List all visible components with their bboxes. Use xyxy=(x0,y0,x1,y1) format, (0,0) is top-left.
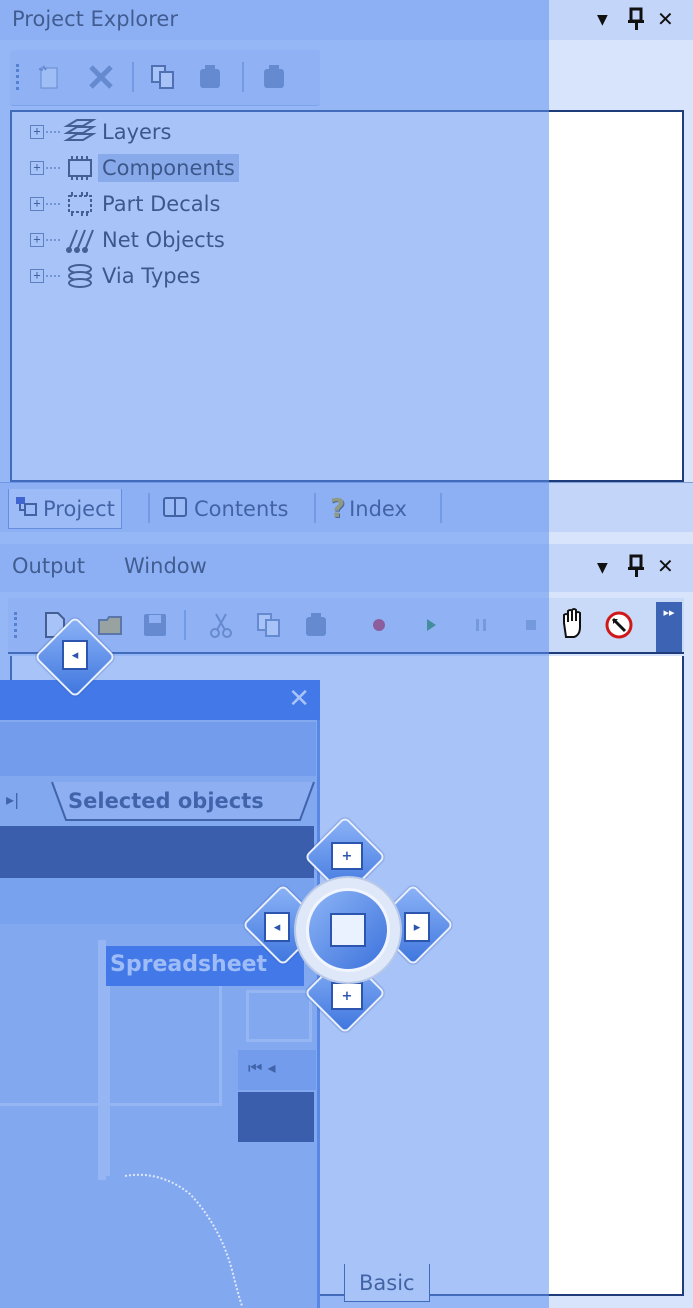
cut-icon[interactable] xyxy=(206,610,236,640)
tree-item-via-types[interactable]: + Via Types xyxy=(30,258,204,294)
nav-first-prev-icon[interactable]: ⏮ ◂ xyxy=(248,1058,276,1077)
tree-connector xyxy=(46,131,60,133)
close-icon[interactable]: ✕ xyxy=(657,7,674,31)
tree-item-layers[interactable]: + Layers xyxy=(30,114,176,150)
new-item-icon[interactable] xyxy=(34,62,64,92)
project-tree: + Layers + Components + Part Decals + Ne… xyxy=(10,110,684,482)
dock-top-icon: + xyxy=(331,842,363,870)
pin-icon[interactable] xyxy=(625,7,647,36)
tab-index[interactable]: ? Index xyxy=(324,489,413,529)
save-icon[interactable] xyxy=(140,610,170,640)
output-title: Output xyxy=(12,554,85,578)
spreadsheet-side-frame xyxy=(246,990,312,1042)
tab-scroll-last-icon[interactable]: ▸| xyxy=(6,790,19,809)
output-toolbar: ▸▸ xyxy=(8,598,684,654)
window-title: Window xyxy=(124,554,207,578)
tree-item-part-decals[interactable]: + Part Decals xyxy=(30,186,224,222)
project-icon xyxy=(15,495,39,522)
tree-connector xyxy=(46,239,60,241)
expand-icon[interactable]: + xyxy=(30,197,44,211)
toolbar-grip[interactable] xyxy=(14,612,18,638)
floating-panel-tabs: ▸| Selected objects xyxy=(0,776,316,824)
record-icon[interactable] xyxy=(364,610,394,640)
tab-basic[interactable]: Basic xyxy=(344,1264,430,1302)
output-window-titlebar[interactable]: Output Window ▼ ✕ xyxy=(0,544,693,592)
toolbar-overflow-icon[interactable]: ▸▸ xyxy=(656,602,682,652)
tree-label: Components xyxy=(98,154,239,182)
tab-separator xyxy=(148,493,150,523)
drag-trail-line xyxy=(124,1173,243,1307)
dock-center-guide[interactable] xyxy=(306,888,390,972)
part-decals-icon xyxy=(62,189,98,219)
expand-icon[interactable]: + xyxy=(30,233,44,247)
project-explorer-title: Project Explorer xyxy=(12,7,178,31)
toolbar-grip[interactable] xyxy=(16,64,20,90)
expand-icon[interactable]: + xyxy=(30,125,44,139)
dock-left-center-icon: ◂ xyxy=(264,912,290,942)
tab-label: Selected objects xyxy=(68,789,264,813)
tab-label: Project xyxy=(43,496,115,521)
tree-connector xyxy=(46,203,60,205)
pause-icon[interactable] xyxy=(466,610,496,640)
tree-label: Part Decals xyxy=(102,192,221,216)
paste-special-icon[interactable] xyxy=(260,62,290,92)
net-objects-icon xyxy=(62,225,98,255)
expand-icon[interactable]: + xyxy=(30,269,44,283)
dock-bottom-icon: + xyxy=(331,982,363,1010)
dark-band xyxy=(0,826,314,878)
open-folder-icon[interactable] xyxy=(96,610,126,640)
stop-icon[interactable] xyxy=(516,610,546,640)
spreadsheet-frame xyxy=(104,986,240,1176)
book-icon xyxy=(162,495,190,524)
spreadsheet-edge xyxy=(98,940,106,1180)
spreadsheet-nav[interactable]: ⏮ ◂ xyxy=(238,1050,316,1090)
tree-connector xyxy=(46,167,60,169)
dropdown-arrow-icon[interactable]: ▼ xyxy=(597,560,608,576)
project-explorer-titlebar[interactable]: Project Explorer ▼ ✕ xyxy=(0,0,693,40)
toolbar-separator xyxy=(242,62,244,92)
delete-icon[interactable] xyxy=(86,62,116,92)
tree-label: Via Types xyxy=(102,264,201,288)
close-icon[interactable]: ✕ xyxy=(288,684,310,714)
dropdown-arrow-icon[interactable]: ▼ xyxy=(597,12,608,28)
tab-label: Index xyxy=(349,497,407,521)
tab-label: Basic xyxy=(359,1270,415,1295)
copy-icon[interactable] xyxy=(254,610,284,640)
play-icon[interactable] xyxy=(416,610,446,640)
toolbar-separator xyxy=(132,62,134,92)
tab-selected-objects[interactable]: Selected objects xyxy=(50,780,315,822)
question-icon: ? xyxy=(330,494,346,524)
tree-item-components[interactable]: + Components xyxy=(30,150,239,186)
via-types-icon xyxy=(62,261,98,291)
paste-icon[interactable] xyxy=(196,62,226,92)
no-select-icon[interactable] xyxy=(604,610,634,640)
project-explorer-toolbar xyxy=(10,50,320,106)
layers-icon xyxy=(62,117,98,147)
dark-band xyxy=(238,1092,314,1142)
dock-center-icon xyxy=(330,913,366,947)
tab-contents[interactable]: Contents xyxy=(156,489,294,529)
tree-label: Net Objects xyxy=(102,228,225,252)
hand-icon[interactable] xyxy=(558,608,588,638)
expand-icon[interactable]: + xyxy=(30,161,44,175)
dock-right-center-icon: ▸ xyxy=(404,912,430,942)
tab-project[interactable]: Project xyxy=(8,489,122,529)
tree-connector xyxy=(46,275,60,277)
tab-separator xyxy=(440,493,442,523)
copy-icon[interactable] xyxy=(148,62,178,92)
tab-separator xyxy=(314,493,316,523)
floating-panel-titlebar[interactable]: ✕ xyxy=(0,680,320,720)
paste-icon[interactable] xyxy=(302,610,332,640)
pin-icon[interactable] xyxy=(625,554,647,583)
tree-label: Layers xyxy=(102,120,172,144)
toolbar-separator xyxy=(184,610,186,640)
dock-left-icon: ◂ xyxy=(62,640,88,670)
components-icon xyxy=(62,153,98,183)
spreadsheet-title: Spreadsheet xyxy=(110,952,268,977)
project-explorer-tabs: Project Contents ? Index xyxy=(0,482,693,532)
floating-panel-toolbar xyxy=(0,722,316,776)
tree-item-net-objects[interactable]: + Net Objects xyxy=(30,222,229,258)
close-icon[interactable]: ✕ xyxy=(657,554,674,578)
tab-label: Contents xyxy=(194,497,289,521)
